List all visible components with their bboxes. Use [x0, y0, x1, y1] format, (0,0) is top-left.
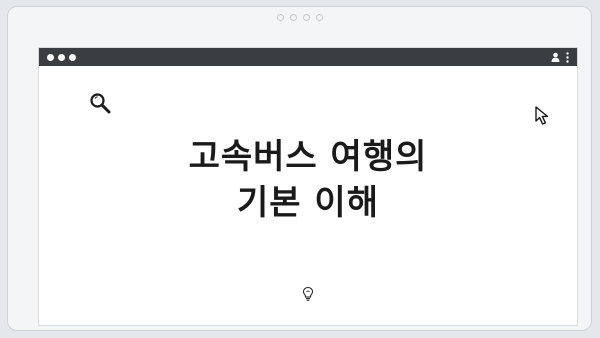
- page-title-line-2: 기본 이해: [237, 183, 379, 223]
- browser-frame: 고속버스 여행의 기본 이해: [7, 6, 592, 331]
- window-titlebar: [39, 48, 577, 66]
- search-icon: [89, 92, 111, 118]
- page-title: 고속버스 여행의 기본 이해: [39, 134, 577, 226]
- lightbulb-icon: [302, 286, 314, 306]
- kebab-menu-icon[interactable]: [566, 51, 569, 63]
- window-controls: [47, 53, 76, 61]
- app-window: 고속버스 여행의 기본 이해: [38, 47, 578, 326]
- indicator-dot: [289, 14, 297, 21]
- page-title-line-1: 고속버스 여행의: [188, 137, 428, 177]
- user-icon[interactable]: [551, 52, 560, 62]
- minimize-dot-button[interactable]: [58, 53, 65, 61]
- cursor-icon: [535, 106, 553, 130]
- top-indicator-dots: [8, 14, 591, 21]
- maximize-dot-button[interactable]: [69, 53, 76, 61]
- indicator-dot: [302, 14, 310, 21]
- indicator-dot: [276, 14, 284, 21]
- close-dot-button[interactable]: [47, 53, 54, 61]
- indicator-dot: [315, 14, 323, 21]
